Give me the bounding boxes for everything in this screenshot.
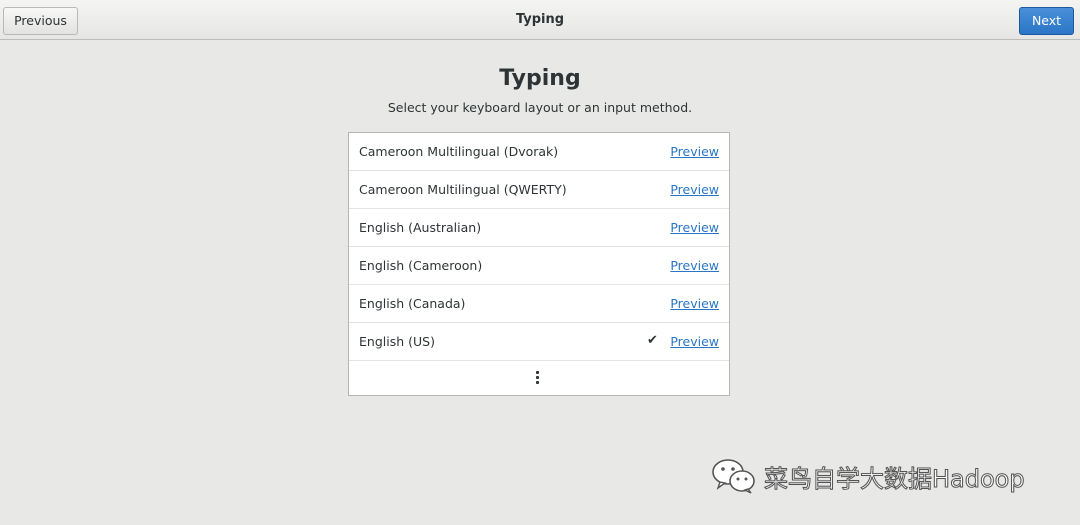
layout-label: English (US) [359, 334, 435, 349]
watermark-text: 菜鸟自学大数据Hadoop [764, 464, 1026, 493]
preview-link[interactable]: Preview [670, 296, 719, 311]
page-subtitle: Select your keyboard layout or an input … [387, 100, 693, 115]
layout-label: Cameroon Multilingual (QWERTY) [359, 182, 567, 197]
preview-link[interactable]: Preview [670, 220, 719, 235]
layout-label: English (Canada) [359, 296, 466, 311]
layout-row[interactable]: English (Cameroon) Preview [349, 247, 729, 285]
more-layouts-button[interactable] [349, 361, 729, 395]
layout-label: English (Australian) [359, 220, 482, 235]
watermark: 菜鸟自学大数据Hadoop [710, 456, 1025, 496]
layout-row[interactable]: English (Australian) Preview [349, 209, 729, 247]
wechat-icon [710, 457, 758, 495]
page-title: Typing [499, 66, 581, 91]
layout-label: English (Cameroon) [359, 258, 483, 273]
layout-row[interactable]: Cameroon Multilingual (Dvorak) Preview [349, 133, 729, 171]
preview-link[interactable]: Preview [670, 144, 719, 159]
layout-row[interactable]: Cameroon Multilingual (QWERTY) Preview [349, 171, 729, 209]
preview-link[interactable]: Preview [670, 334, 719, 349]
checkmark-icon: ✔ [647, 333, 658, 348]
keyboard-layout-list: Cameroon Multilingual (Dvorak) Preview C… [348, 132, 730, 396]
layout-row[interactable]: English (Canada) Preview [349, 285, 729, 323]
preview-link[interactable]: Preview [670, 258, 719, 273]
layout-label: Cameroon Multilingual (Dvorak) [359, 144, 559, 159]
header-bar: Previous Typing Next [0, 0, 1080, 40]
vertical-ellipsis-icon [536, 371, 540, 385]
layout-row-selected[interactable]: English (US) ✔ Preview [349, 323, 729, 361]
preview-link[interactable]: Preview [670, 182, 719, 197]
next-button[interactable]: Next [1019, 7, 1074, 35]
header-title: Typing [515, 12, 565, 27]
